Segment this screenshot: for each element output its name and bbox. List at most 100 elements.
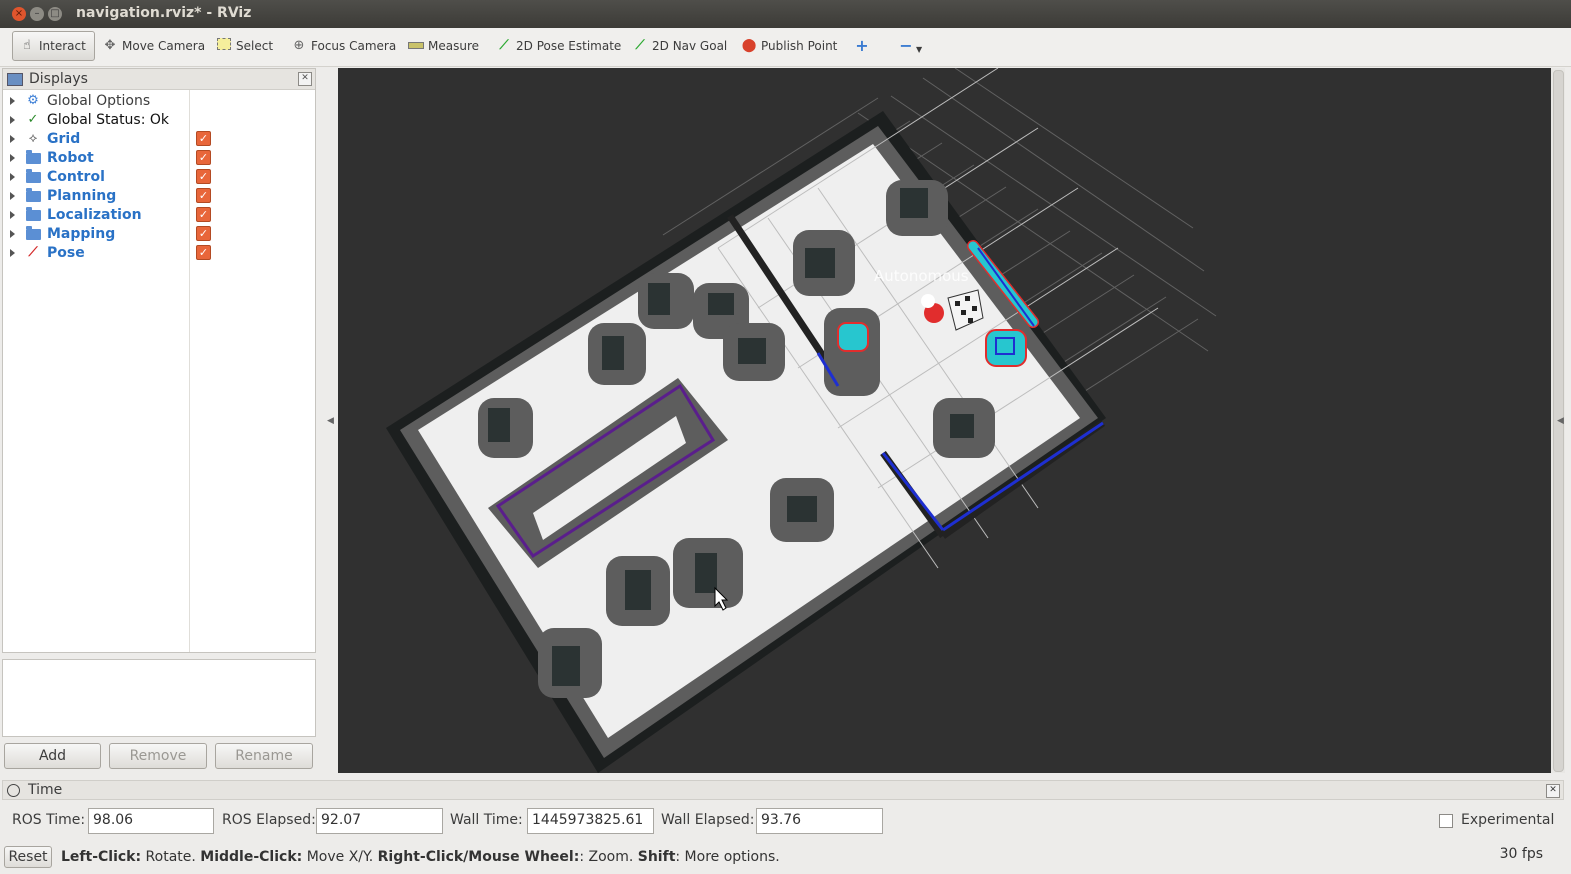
collapse-right-arrow-icon[interactable]: ◀ xyxy=(1557,416,1564,426)
expand-arrow-icon[interactable] xyxy=(10,210,15,219)
enable-checkbox[interactable]: ✓ xyxy=(196,245,211,260)
wall-elapsed-label: Wall Elapsed: xyxy=(661,812,755,828)
close-icon[interactable]: ✕ xyxy=(1546,784,1560,798)
fps-counter: 30 fps xyxy=(1499,846,1543,862)
expand-arrow-icon[interactable] xyxy=(10,96,15,105)
help-left-click-action: Rotate. xyxy=(141,849,201,865)
ros-elapsed-label: ROS Elapsed: xyxy=(222,812,316,828)
tree-item-localization[interactable]: Localization ✓ xyxy=(3,205,315,224)
measure-tool-button[interactable]: Measure xyxy=(402,31,485,61)
add-tool-button[interactable]: + xyxy=(848,31,880,61)
focus-camera-tool-button[interactable]: ⊕ Focus Camera xyxy=(285,31,402,61)
ruler-icon xyxy=(408,38,424,54)
move-camera-label: Move Camera xyxy=(122,39,206,53)
title-bar: × – □ navigation.rviz* - RViz xyxy=(0,0,1571,28)
3d-viewport[interactable]: Autonomous xyxy=(338,68,1551,773)
minimize-window-button[interactable]: – xyxy=(30,7,44,21)
chevron-down-icon: ▼ xyxy=(916,44,923,54)
crosshair-icon: ⊕ xyxy=(293,38,305,53)
enable-checkbox[interactable]: ✓ xyxy=(196,131,211,146)
help-left-click: Left-Click: xyxy=(61,849,142,865)
measure-label: Measure xyxy=(428,39,479,53)
collapse-left-arrow-icon[interactable]: ◀ xyxy=(327,416,334,426)
close-icon[interactable]: ✕ xyxy=(298,72,312,86)
tree-item-label: Grid xyxy=(47,130,81,147)
display-description-box xyxy=(2,659,316,737)
tree-item-control[interactable]: Control ✓ xyxy=(3,167,315,186)
enable-checkbox[interactable]: ✓ xyxy=(196,226,211,241)
hand-pointer-icon: ☝ xyxy=(23,38,31,53)
publish-point-label: Publish Point xyxy=(761,39,838,53)
checkmark-icon: ✓ xyxy=(27,111,39,127)
help-text: Left-Click: Rotate. Middle-Click: Move X… xyxy=(61,849,780,865)
clock-icon xyxy=(7,783,20,797)
2d-nav-goal-tool-button[interactable]: ⟋ 2D Nav Goal xyxy=(626,31,733,61)
tree-item-label: Pose xyxy=(47,244,85,261)
tree-item-label: Control xyxy=(47,168,105,185)
green-arrow-icon: ⟋ xyxy=(635,38,645,53)
close-window-button[interactable]: × xyxy=(12,7,26,21)
expand-arrow-icon[interactable] xyxy=(10,134,15,143)
tree-item-mapping[interactable]: Mapping ✓ xyxy=(3,224,315,243)
select-tool-button[interactable]: Select xyxy=(210,31,279,61)
tree-item-global-options[interactable]: ⚙ Global Options xyxy=(3,91,315,110)
wall-time-label: Wall Time: xyxy=(450,812,523,828)
tree-item-pose[interactable]: ⟋ Pose ✓ xyxy=(3,243,315,262)
experimental-label: Experimental xyxy=(1461,812,1555,828)
tree-item-robot[interactable]: Robot ✓ xyxy=(3,148,315,167)
remove-display-button[interactable]: Remove xyxy=(109,743,207,769)
publish-point-tool-button[interactable]: ⬤ Publish Point xyxy=(735,31,843,61)
move-arrows-icon: ✥ xyxy=(104,38,116,53)
folder-icon xyxy=(25,149,41,165)
expand-arrow-icon[interactable] xyxy=(10,229,15,238)
help-right-click: Right-Click/Mouse Wheel: xyxy=(377,849,580,865)
help-right-click-action: : Zoom. xyxy=(579,849,638,865)
wall-elapsed-field[interactable]: 93.76 xyxy=(756,808,883,834)
move-camera-tool-button[interactable]: ✥ Move Camera xyxy=(96,31,211,61)
tree-item-grid[interactable]: ⟡ Grid ✓ xyxy=(3,129,315,148)
robot-label: Autonomous xyxy=(874,267,969,285)
enable-checkbox[interactable]: ✓ xyxy=(196,207,211,222)
enable-checkbox[interactable]: ✓ xyxy=(196,169,211,184)
toolbar: ☝ Interact ✥ Move Camera Select ⊕ Focus … xyxy=(0,28,1571,67)
experimental-checkbox[interactable] xyxy=(1439,814,1453,828)
2d-pose-estimate-tool-button[interactable]: ⟋ 2D Pose Estimate xyxy=(490,31,627,61)
tree-item-label: Global Status: Ok xyxy=(47,111,170,128)
window-title: navigation.rviz* - RViz xyxy=(76,5,252,21)
tree-item-label: Localization xyxy=(47,206,142,223)
interact-label: Interact xyxy=(39,39,86,53)
green-arrow-icon: ⟋ xyxy=(499,38,509,53)
help-shift-action: : More options. xyxy=(675,849,780,865)
tree-item-label: Planning xyxy=(47,187,117,204)
maximize-window-button[interactable]: □ xyxy=(48,7,62,21)
tree-item-global-status[interactable]: ✓ Global Status: Ok xyxy=(3,110,315,129)
expand-arrow-icon[interactable] xyxy=(10,248,15,257)
red-arrow-icon: ⟋ xyxy=(28,244,38,260)
add-display-button[interactable]: Add xyxy=(4,743,101,769)
wall-time-field[interactable]: 1445973825.61 xyxy=(527,808,654,834)
time-title: Time xyxy=(28,782,63,798)
reset-button[interactable]: Reset xyxy=(4,846,52,868)
expand-arrow-icon[interactable] xyxy=(10,172,15,181)
interact-tool-button[interactable]: ☝ Interact xyxy=(12,31,95,61)
enable-checkbox[interactable]: ✓ xyxy=(196,150,211,165)
ros-time-field[interactable]: 98.06 xyxy=(88,808,214,834)
monitor-icon xyxy=(7,72,23,86)
rename-display-button[interactable]: Rename xyxy=(215,743,313,769)
map-render: Autonomous xyxy=(386,68,1217,773)
gear-icon: ⚙ xyxy=(27,92,39,108)
tree-item-label: Robot xyxy=(47,149,94,166)
help-shift: Shift xyxy=(637,849,676,865)
remove-tool-dropdown[interactable]: − ▼ xyxy=(892,31,928,61)
displays-panel: Displays ✕ ⚙ Global Options ✓ Global Sta… xyxy=(2,68,316,653)
folder-icon xyxy=(25,168,41,184)
enable-checkbox[interactable]: ✓ xyxy=(196,188,211,203)
expand-arrow-icon[interactable] xyxy=(10,191,15,200)
grid-icon: ⟡ xyxy=(28,130,38,146)
map-pin-icon: ⬤ xyxy=(741,38,757,53)
ros-elapsed-field[interactable]: 92.07 xyxy=(316,808,443,834)
tree-item-planning[interactable]: Planning ✓ xyxy=(3,186,315,205)
expand-arrow-icon[interactable] xyxy=(10,115,15,124)
expand-arrow-icon[interactable] xyxy=(10,153,15,162)
folder-icon xyxy=(25,187,41,203)
